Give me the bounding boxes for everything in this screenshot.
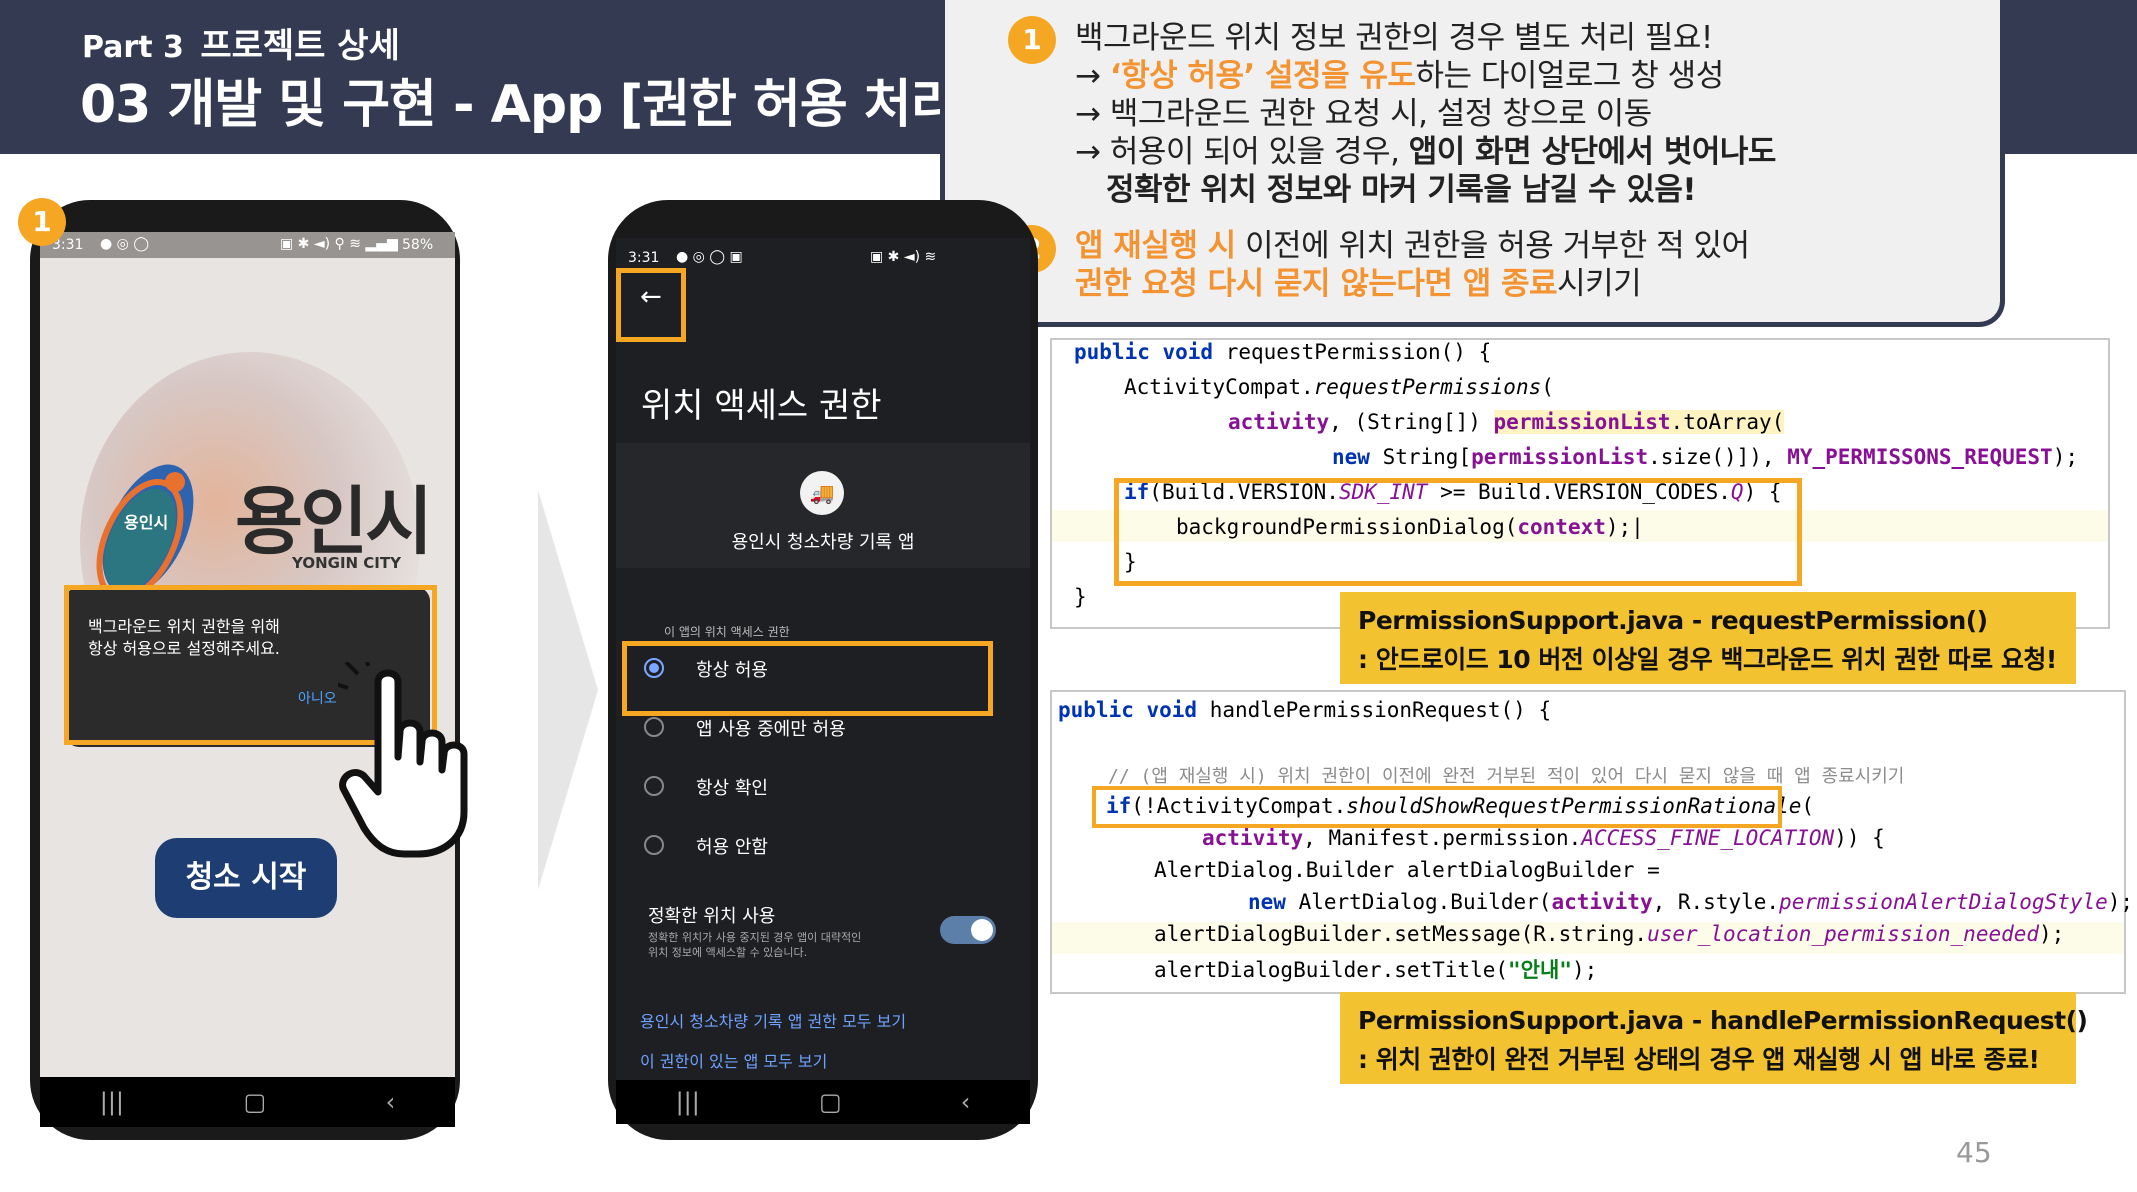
part-title: 프로젝트 상세 bbox=[200, 26, 400, 66]
caption-title: PermissionSupport.java - handlePermissio… bbox=[1358, 1006, 2088, 1035]
option-while-using[interactable]: 앱 사용 중에만 허용 bbox=[696, 715, 846, 741]
caption-request-permission: PermissionSupport.java - requestPermissi… bbox=[1340, 592, 2076, 684]
phone-1-badge: 1 bbox=[18, 198, 66, 246]
precise-title: 정확한 위치 사용 bbox=[648, 906, 776, 927]
back-icon[interactable]: ‹ bbox=[386, 1088, 396, 1116]
option-ask[interactable]: 항상 확인 bbox=[696, 774, 768, 800]
app-name: 용인시 청소차량 기록 앱 bbox=[731, 532, 915, 553]
precise-desc: 정확한 위치가 사용 중지된 경우 앱이 대략적인 위치 정보에 액세스할 수 … bbox=[648, 931, 862, 959]
caption-handle-permission: PermissionSupport.java - handlePermissio… bbox=[1340, 992, 2088, 1084]
caption-desc: : 안드로이드 10 버전 이상일 경우 백그라운드 위치 권한 따로 요청! bbox=[1358, 645, 2057, 674]
option-deny[interactable]: 허용 안함 bbox=[696, 833, 768, 859]
radio-deny[interactable] bbox=[644, 835, 664, 855]
home-icon[interactable]: ▢ bbox=[819, 1088, 842, 1116]
app-icon: 🚚 bbox=[800, 471, 844, 515]
caption-title: PermissionSupport.java - requestPermissi… bbox=[1358, 606, 1988, 635]
rationale-highlight-box bbox=[1092, 786, 1782, 828]
yongin-logo-sub: YONGIN CITY bbox=[292, 554, 401, 572]
status-icons: ▣ ✱ ◄) ≋ bbox=[870, 249, 937, 265]
notification-icons: ● ◎ ◯ ▣ bbox=[676, 249, 743, 265]
page-number: 45 bbox=[1956, 1136, 1992, 1169]
callout-line: 정확한 위치 정보와 마커 기록을 남길 수 있음! bbox=[1106, 172, 1697, 208]
nav-bar: ||| ▢ ‹ bbox=[40, 1077, 455, 1127]
back-highlight-box bbox=[616, 268, 686, 342]
emblem-text: 용인시 bbox=[124, 513, 169, 532]
callout-text: 시키기 bbox=[1557, 266, 1642, 302]
callout-highlight: 권한 요청 다시 묻지 않는다면 앱 종료 bbox=[1075, 266, 1558, 302]
recents-icon[interactable]: ||| bbox=[676, 1088, 700, 1116]
callout-number-1: 1 bbox=[1008, 16, 1056, 64]
notification-icons: ● ◎ ◯ bbox=[100, 236, 149, 252]
part-label: Part 3 프로젝트 상세 bbox=[82, 18, 400, 67]
if-block-highlight-box bbox=[1114, 478, 1802, 586]
apps-with-permission-link[interactable]: 이 권한이 있는 앱 모두 보기 bbox=[640, 1048, 827, 1072]
page-title: 위치 액세스 권한 bbox=[641, 386, 882, 426]
code-string: "안내" bbox=[1508, 958, 1572, 982]
callout-line: 권한 요청 다시 묻지 않는다면 앱 종료시키기 bbox=[1075, 258, 1642, 303]
radio-ask[interactable] bbox=[644, 776, 664, 796]
home-icon[interactable]: ▢ bbox=[243, 1088, 266, 1116]
flow-arrow-icon bbox=[538, 490, 598, 890]
slide-title: 03 개발 및 구현 - App [권한 허용 처리] bbox=[80, 75, 981, 135]
always-allow-highlight-box bbox=[622, 641, 993, 716]
code-comment: // (앱 재실행 시) 위치 권한이 이전에 완전 거부된 적이 있어 다시 … bbox=[1108, 766, 1905, 787]
part-number: Part 3 bbox=[82, 30, 184, 65]
nav-bar: ||| ▢ ‹ bbox=[616, 1080, 1030, 1124]
yongin-logo-text: 용인시 bbox=[235, 479, 433, 565]
battery-level: 58% bbox=[402, 237, 434, 253]
start-cleaning-button[interactable]: 청소 시작 bbox=[155, 838, 337, 918]
recents-icon[interactable]: ||| bbox=[100, 1088, 124, 1116]
code-panel-handle-permission: public void handlePermissionRequest() { … bbox=[1050, 690, 2133, 994]
precise-toggle[interactable] bbox=[940, 916, 996, 944]
back-icon[interactable]: ‹ bbox=[961, 1088, 971, 1116]
status-time: 3:31 bbox=[628, 250, 660, 266]
tap-hand-icon bbox=[335, 653, 488, 862]
caption-desc: : 위치 권한이 완전 거부된 상태의 경우 앱 재실행 시 앱 바로 종료! bbox=[1358, 1045, 2040, 1074]
section-label: 이 앱의 위치 액세스 권한 bbox=[664, 625, 790, 639]
all-permissions-link[interactable]: 용인시 청소차량 기록 앱 권한 모두 보기 bbox=[640, 1008, 906, 1032]
status-icons: ▣ ✱ ◄) ⚲ ≋ ▂▄▆ bbox=[280, 236, 398, 252]
radio-while-using[interactable] bbox=[644, 717, 664, 737]
